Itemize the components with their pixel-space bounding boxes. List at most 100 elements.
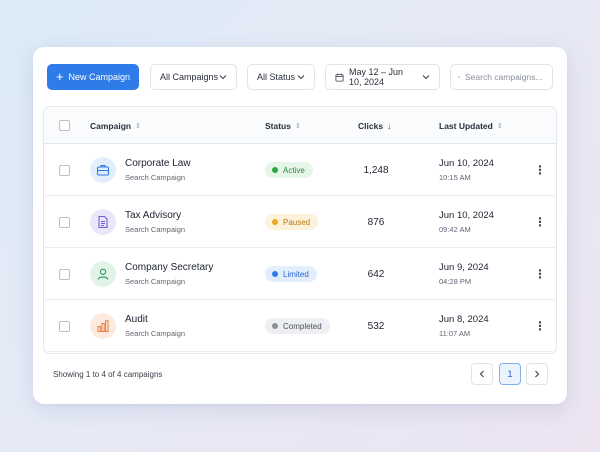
sort-icon: ⇕ (294, 122, 301, 130)
new-campaign-button[interactable]: + New Campaign (47, 64, 139, 90)
status-dot (272, 219, 278, 225)
search-icon (458, 76, 460, 78)
chevron-down-icon (297, 75, 305, 80)
status-dot (272, 271, 278, 277)
sort-icon: ⇕ (135, 122, 141, 130)
campaign-name[interactable]: Audit (125, 314, 185, 325)
sort-icon: ⇕ (496, 122, 503, 130)
table-row[interactable]: Tax Advisory Search Campaign Paused 876 … (44, 196, 556, 248)
toolbar: + New Campaign All Campaigns All Status … (47, 64, 553, 90)
more-options-icon[interactable]: ⋮ (534, 196, 546, 248)
clicks-cell: 642 (367, 268, 385, 280)
table-row[interactable]: Company Secretary Search Campaign Limite… (44, 248, 556, 300)
header-status-label: Status (265, 120, 291, 131)
header-last-updated[interactable]: Last Updated ⇕ (439, 107, 503, 144)
more-options-icon[interactable]: ⋮ (534, 300, 546, 352)
table-row[interactable]: Audit Search Campaign Completed 532 Jun … (44, 300, 556, 352)
updated-time: 11:07 AM (439, 329, 471, 338)
last-updated-cell: Jun 10, 2024 09:42 AM (439, 196, 494, 248)
status-label: Completed (283, 321, 322, 331)
row-checkbox[interactable] (59, 320, 70, 332)
campaign-cell: Company Secretary Search Campaign (90, 248, 213, 300)
status-cell: Paused (265, 196, 319, 248)
next-page-button[interactable] (526, 363, 548, 385)
campaign-type: Search Campaign (125, 225, 186, 234)
updated-time: 09:42 AM (439, 225, 471, 234)
pagination-summary: Showing 1 to 4 of 4 campaigns (53, 370, 163, 379)
table-row[interactable]: Corporate Law Search Campaign Active 1,2… (44, 144, 556, 196)
status-dot (272, 167, 278, 173)
chevron-right-icon (535, 370, 540, 378)
new-campaign-label: New Campaign (68, 72, 131, 82)
table-header: Campaign ⇕ Status ⇕ Clicks ↓ Last Update… (44, 107, 556, 144)
status-badge: Active (265, 162, 313, 178)
status-filter-dropdown[interactable]: All Status (247, 64, 315, 90)
bar-chart-icon (90, 313, 116, 339)
clicks-cell: 1,248 (363, 164, 389, 176)
status-filter-value: All Status (257, 72, 296, 82)
campaign-name[interactable]: Corporate Law (125, 158, 191, 169)
row-select-cell (59, 144, 70, 196)
status-cell: Completed (265, 300, 330, 352)
header-campaign-label: Campaign (90, 120, 132, 131)
header-campaign[interactable]: Campaign ⇕ (90, 107, 141, 144)
campaign-type: Search Campaign (125, 173, 186, 182)
chevron-down-icon (422, 75, 430, 80)
updated-date: Jun 8, 2024 (439, 314, 489, 325)
row-select-cell (59, 300, 70, 352)
updated-time: 04:28 PM (439, 277, 472, 286)
user-icon (90, 261, 116, 287)
header-clicks[interactable]: Clicks ↓ (358, 107, 392, 144)
chevron-left-icon (479, 370, 484, 378)
campaigns-table: Campaign ⇕ Status ⇕ Clicks ↓ Last Update… (43, 106, 557, 354)
row-checkbox[interactable] (59, 216, 70, 228)
more-options-icon[interactable]: ⋮ (534, 144, 546, 196)
calendar-icon (335, 73, 344, 82)
select-all-cell (59, 107, 70, 144)
document-icon (90, 209, 116, 235)
date-range-picker[interactable]: May 12 – Jun 10, 2024 (325, 64, 440, 90)
campaign-type: Search Campaign (125, 277, 186, 286)
updated-date: Jun 10, 2024 (439, 158, 494, 169)
campaign-name[interactable]: Tax Advisory (125, 210, 185, 221)
search-input[interactable] (465, 72, 545, 82)
status-label: Paused (283, 217, 311, 227)
status-badge: Completed (265, 318, 330, 334)
search-box (450, 64, 553, 90)
status-label: Active (283, 165, 305, 175)
row-select-cell (59, 248, 70, 300)
date-range-value: May 12 – Jun 10, 2024 (349, 67, 404, 87)
campaign-filter-dropdown[interactable]: All Campaigns (150, 64, 237, 90)
status-label: Limited (283, 269, 309, 279)
clicks-cell: 532 (367, 320, 385, 332)
row-checkbox[interactable] (59, 164, 70, 176)
campaigns-card: + New Campaign All Campaigns All Status … (33, 47, 567, 404)
last-updated-cell: Jun 8, 2024 11:07 AM (439, 300, 489, 352)
plus-icon: + (55, 69, 64, 84)
campaign-cell: Audit Search Campaign (90, 300, 185, 352)
page-1-button[interactable]: 1 (499, 363, 521, 385)
briefcase-icon (90, 157, 116, 183)
sort-desc-icon: ↓ (387, 120, 392, 131)
status-cell: Limited (265, 248, 317, 300)
campaign-type: Search Campaign (125, 329, 186, 338)
updated-date: Jun 10, 2024 (439, 210, 494, 221)
header-clicks-label: Clicks (358, 120, 384, 131)
campaign-filter-value: All Campaigns (160, 72, 219, 82)
clicks-cell: 876 (367, 216, 385, 228)
row-checkbox[interactable] (59, 268, 70, 280)
chevron-down-icon (219, 75, 227, 80)
campaign-cell: Corporate Law Search Campaign (90, 144, 191, 196)
last-updated-cell: Jun 9, 2024 04:28 PM (439, 248, 489, 300)
updated-time: 10:15 AM (439, 173, 471, 182)
header-last-updated-label: Last Updated (439, 120, 493, 131)
select-all-checkbox[interactable] (59, 120, 70, 131)
more-options-icon[interactable]: ⋮ (534, 248, 546, 300)
status-badge: Limited (265, 266, 317, 282)
header-status[interactable]: Status ⇕ (265, 107, 301, 144)
last-updated-cell: Jun 10, 2024 10:15 AM (439, 144, 494, 196)
campaign-name[interactable]: Company Secretary (125, 262, 213, 273)
status-dot (272, 323, 278, 329)
previous-page-button[interactable] (471, 363, 493, 385)
status-badge: Paused (265, 214, 319, 230)
